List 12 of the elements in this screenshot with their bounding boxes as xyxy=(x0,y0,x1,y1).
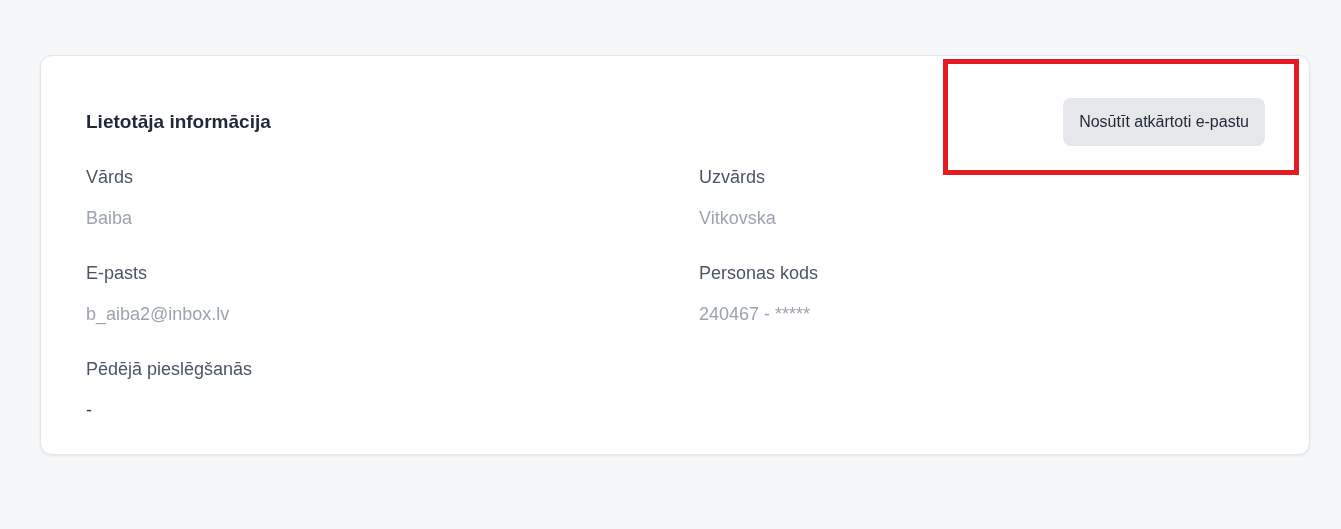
field-value: 240467 - ***** xyxy=(699,303,812,326)
field-value: Vitkovska xyxy=(699,207,777,230)
field-value: b_aiba2@inbox.lv xyxy=(86,303,231,327)
field-label: Pēdējā pieslēgšanās xyxy=(86,358,254,381)
card-title: Lietotāja informācija xyxy=(86,109,271,134)
field-label: Vārds xyxy=(86,166,135,189)
resend-email-button[interactable]: Nosūtīt atkārtoti e-pastu xyxy=(1063,98,1265,146)
field-label: Uzvārds xyxy=(699,166,766,189)
field-label: Personas kods xyxy=(699,262,820,285)
field-label: E-pasts xyxy=(86,262,149,285)
field-value: Baiba xyxy=(86,207,134,230)
field-value: - xyxy=(86,399,93,422)
